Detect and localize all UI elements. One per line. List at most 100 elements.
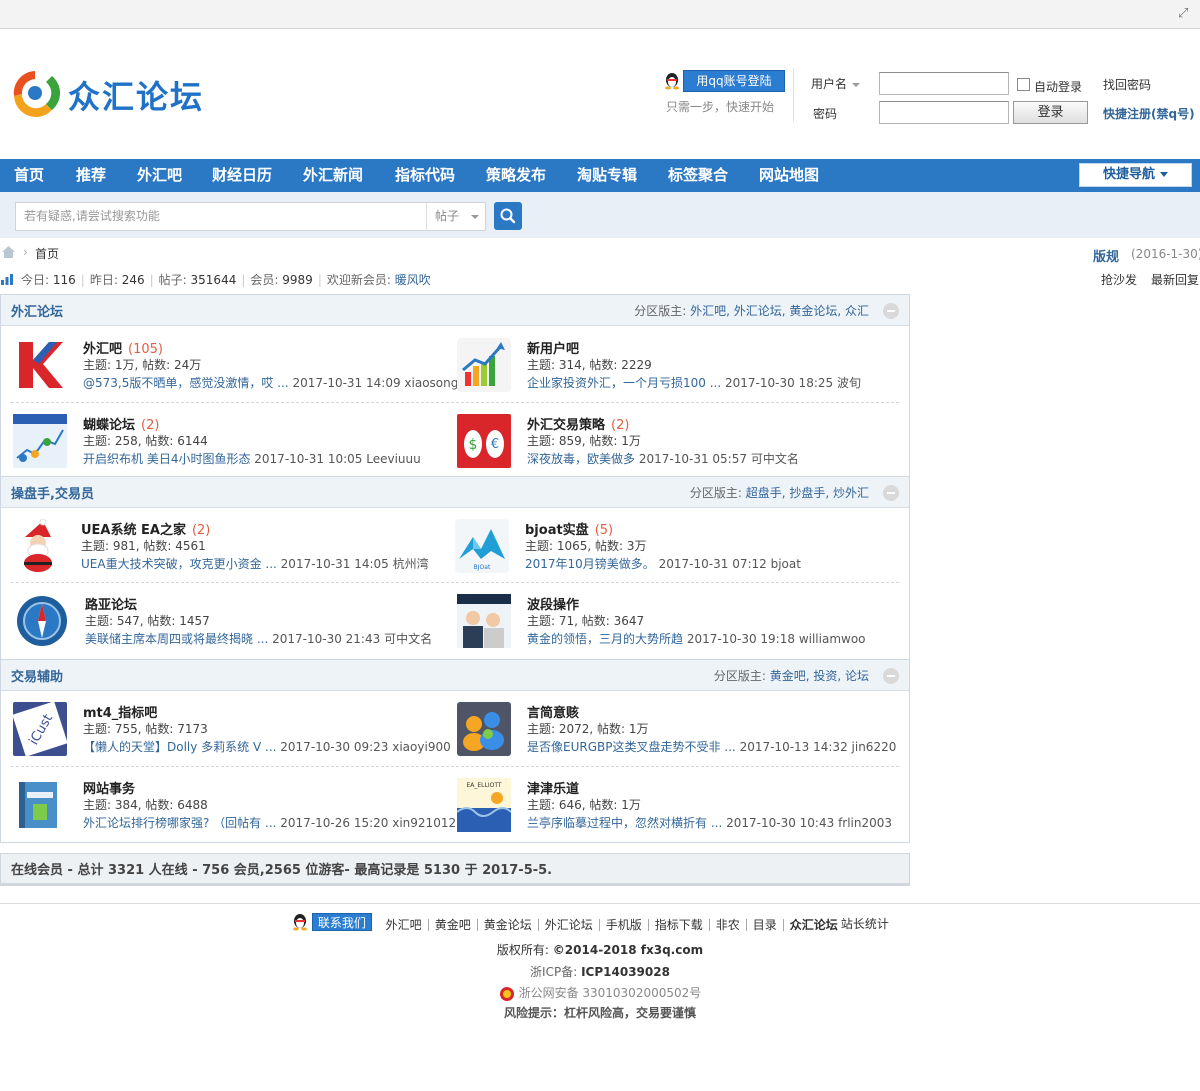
quick-register-link[interactable]: 快捷注册(禁q号) <box>1103 105 1195 122</box>
board-stats: 主题: 1065, 帖数: 3万 <box>525 539 647 553</box>
footer-link[interactable]: 黄金吧 <box>427 918 477 931</box>
footer-link[interactable]: 非农 <box>708 918 746 931</box>
board-name[interactable]: 新用户吧 <box>527 338 579 357</box>
password-label: 密码 <box>813 107 838 121</box>
footer-site-name[interactable]: 众汇论坛 <box>782 918 841 931</box>
quick-nav-button[interactable]: 快捷导航 <box>1079 163 1192 187</box>
chevron-down-icon <box>471 214 480 219</box>
contact-us-button[interactable]: 联系我们 <box>311 913 372 931</box>
sofa-link[interactable]: 抢沙发 <box>1101 271 1137 288</box>
board-name[interactable]: 外汇吧 (105) <box>83 338 163 357</box>
board-name[interactable]: bjoat实盘 (5) <box>525 519 613 538</box>
moderator-links[interactable]: 超盘手, 抄盘手, 炒外汇 <box>746 486 869 500</box>
board-icustom-icon[interactable]: iCust <box>13 702 67 756</box>
nav-item-calendar[interactable]: 财经日历 <box>212 159 272 192</box>
nav-item-recommend[interactable]: 推荐 <box>76 159 106 192</box>
qq-penguin-icon <box>293 914 307 931</box>
board-item: EA_ELLIOTT 津津乐道 主题: 646, 帖数: 1万 兰亭序临摹过程中… <box>457 778 902 848</box>
collapse-icon[interactable] <box>883 485 899 501</box>
forum-stats: 今日: 116 | 昨日: 246 | 帖子: 351644 | 会员: 9989 | 欢迎新会… <box>0 271 900 287</box>
board-stats: 主题: 1万, 帖数: 24万 <box>83 358 202 372</box>
latest-reply-link[interactable]: 最新回复 <box>1151 271 1199 288</box>
logo-swirl-icon <box>13 71 61 117</box>
footer-link[interactable]: 外汇吧 <box>380 919 428 931</box>
username-label[interactable]: 用户名 <box>811 75 861 92</box>
nav-item-sitemap[interactable]: 网站地图 <box>759 159 819 192</box>
icp-record[interactable]: 浙ICP备: ICP14039028 <box>0 963 1200 980</box>
board-santa-icon[interactable] <box>11 519 65 573</box>
category-title[interactable]: 操盘手,交易员 <box>11 483 94 502</box>
board-investors-icon[interactable] <box>457 594 511 648</box>
home-icon[interactable] <box>1 245 16 259</box>
moderator-links[interactable]: 黄金吧, 投资, 论坛 <box>770 669 869 683</box>
main-nav: 首页 推荐 外汇吧 财经日历 外汇新闻 指标代码 策略发布 淘贴专辑 标签聚合 … <box>0 159 1200 192</box>
collapse-icon[interactable] <box>883 303 899 319</box>
username-field[interactable] <box>879 72 1009 95</box>
board-name[interactable]: 外汇交易策略 (2) <box>527 414 629 433</box>
nav-item-indicators[interactable]: 指标代码 <box>395 159 455 192</box>
board-item: 外汇吧 (105) 主题: 1万, 帖数: 24万 @573,5版不晒单，感觉没激… <box>13 338 463 408</box>
board-k-logo-icon[interactable] <box>13 338 67 392</box>
search-button[interactable] <box>494 202 522 230</box>
board-name[interactable]: 波段操作 <box>527 594 579 613</box>
board-growth-chart-icon[interactable] <box>457 338 511 392</box>
board-name[interactable]: 言简意赅 <box>527 702 579 721</box>
board-item: 蝴蝶论坛 (2) 主题: 258, 帖数: 6144 开启织布机 美日4小时图鱼形… <box>13 414 458 484</box>
footer-link[interactable]: 手机版 <box>598 918 648 931</box>
nav-item-home[interactable]: 首页 <box>14 159 44 192</box>
category-header: 外汇论坛 分区版主: 外汇吧, 外汇论坛, 黄金论坛, 众汇 <box>1 295 909 326</box>
password-field[interactable] <box>879 101 1009 124</box>
search-type-select[interactable]: 帖子 <box>426 202 486 231</box>
site-logo[interactable]: 众汇论坛 <box>8 66 208 120</box>
online-members[interactable]: 在线会员 - 总计 3321 人在线 - 756 会员,2565 位游客- 最高… <box>0 853 910 886</box>
svg-text:$: $ <box>469 437 478 453</box>
board-mountain-logo-icon[interactable]: BJOat <box>455 519 509 573</box>
category-moderators: 分区版主: 外汇吧, 外汇论坛, 黄金论坛, 众汇 <box>634 304 869 318</box>
nav-item-news[interactable]: 外汇新闻 <box>303 159 363 192</box>
new-member-link[interactable]: 暖风吹 <box>395 273 431 287</box>
board-name[interactable]: UEA系统 EA之家 (2) <box>81 519 210 538</box>
footer-link[interactable]: 外汇论坛 <box>537 918 599 931</box>
nav-item-albums[interactable]: 淘贴专辑 <box>577 159 637 192</box>
board-item: 路亚论坛 主题: 547, 帖数: 1457 美联储主席本周四或将最终揭晓 ..… <box>15 594 460 664</box>
rules-link[interactable]: 版规 <box>1093 246 1119 265</box>
board-name[interactable]: 路亚论坛 <box>85 594 137 613</box>
search-icon <box>500 208 516 224</box>
category-title[interactable]: 外汇论坛 <box>11 301 63 320</box>
board-report-book-icon[interactable] <box>13 778 67 832</box>
board-compass-icon[interactable] <box>15 594 69 648</box>
yesterday-label: 昨日: <box>89 273 118 287</box>
login-button[interactable]: 登录 <box>1013 101 1088 124</box>
today-count: 116 <box>52 273 76 287</box>
board-name[interactable]: 蝴蝶论坛 (2) <box>83 414 159 433</box>
board-trend-trading-icon[interactable] <box>13 414 67 468</box>
top-bar: ⤢ <box>0 0 1200 29</box>
board-name[interactable]: 津津乐道 <box>527 778 579 797</box>
board-users-group-icon[interactable] <box>457 702 511 756</box>
board-last-post: 外汇论坛排行榜哪家强? （回帖有 ... 2017-10-26 15:20 xi… <box>83 816 457 830</box>
footer-site-stats[interactable]: 站长统计 <box>841 917 889 931</box>
find-password-link[interactable]: 找回密码 <box>1103 76 1151 93</box>
board-last-post: 企业家投资外汇，一个月亏损100 ... 2017-10-30 18:25 波旬 <box>527 376 861 390</box>
footer-link[interactable]: 黄金论坛 <box>476 918 538 931</box>
collapse-icon[interactable] <box>883 668 899 684</box>
moderator-links[interactable]: 外汇吧, 外汇论坛, 黄金论坛, 众汇 <box>690 304 869 318</box>
footer-link[interactable]: 目录 <box>745 918 783 931</box>
category-moderators: 分区版主: 黄金吧, 投资, 论坛 <box>713 669 869 683</box>
board-last-post: 美联储主席本周四或将最终揭晓 ... 2017-10-30 21:43 可中文名 <box>85 632 433 646</box>
qq-login-button[interactable]: 用qq账号登陆 <box>683 70 785 92</box>
board-euro-trader-icon[interactable]: $ € <box>457 414 511 468</box>
nav-item-strategy[interactable]: 策略发布 <box>486 159 546 192</box>
board-elliott-wave-icon[interactable]: EA_ELLIOTT <box>457 778 511 832</box>
nav-item-tags[interactable]: 标签聚合 <box>668 159 728 192</box>
footer-link[interactable]: 指标下载 <box>647 918 709 931</box>
police-record[interactable]: 浙公网安备 33010302000502号 <box>0 984 1200 1002</box>
expand-icon[interactable]: ⤢ <box>1178 7 1192 21</box>
nav-item-forex-bar[interactable]: 外汇吧 <box>137 159 182 192</box>
category-title[interactable]: 交易辅助 <box>11 666 63 685</box>
auto-login-checkbox[interactable] <box>1017 78 1030 91</box>
category-moderators: 分区版主: 超盘手, 抄盘手, 炒外汇 <box>689 486 869 500</box>
board-name[interactable]: 网站事务 <box>83 778 135 797</box>
search-input[interactable]: 若有疑惑,请尝试搜索功能 <box>15 202 427 231</box>
board-name[interactable]: mt4_指标吧 <box>83 702 157 721</box>
